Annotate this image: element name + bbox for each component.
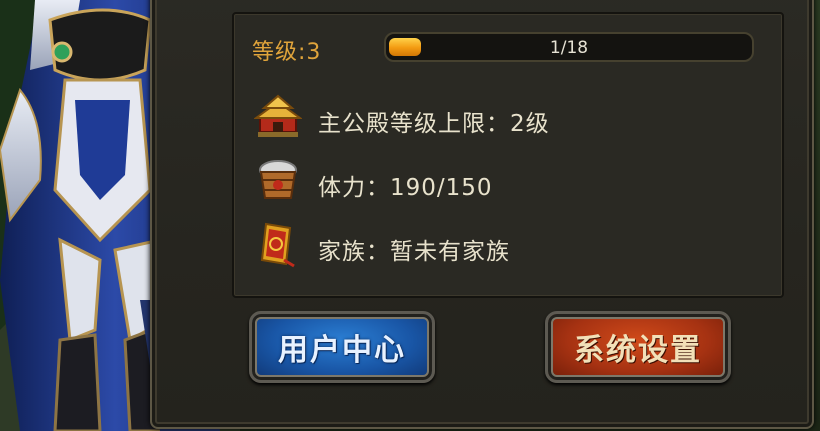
family-text: 家族：暂未有家族	[318, 239, 510, 265]
level-label: 等级:3	[252, 40, 322, 65]
stamina-text: 体力：190/150	[318, 175, 493, 201]
exp-progress-bar: 1/18	[384, 32, 754, 62]
system-settings-button[interactable]: 系统设置	[545, 311, 731, 383]
palace-level-cap-text: 主公殿等级上限：2级	[318, 111, 550, 137]
exp-progress-text: 1/18	[549, 38, 589, 58]
family-token-icon	[254, 220, 302, 268]
rice-bucket-icon	[254, 156, 302, 204]
palace-icon	[252, 92, 304, 140]
user-center-label: 用户中心	[278, 333, 406, 368]
system-settings-label: 系统设置	[574, 333, 702, 368]
user-center-button[interactable]: 用户中心	[249, 311, 435, 383]
